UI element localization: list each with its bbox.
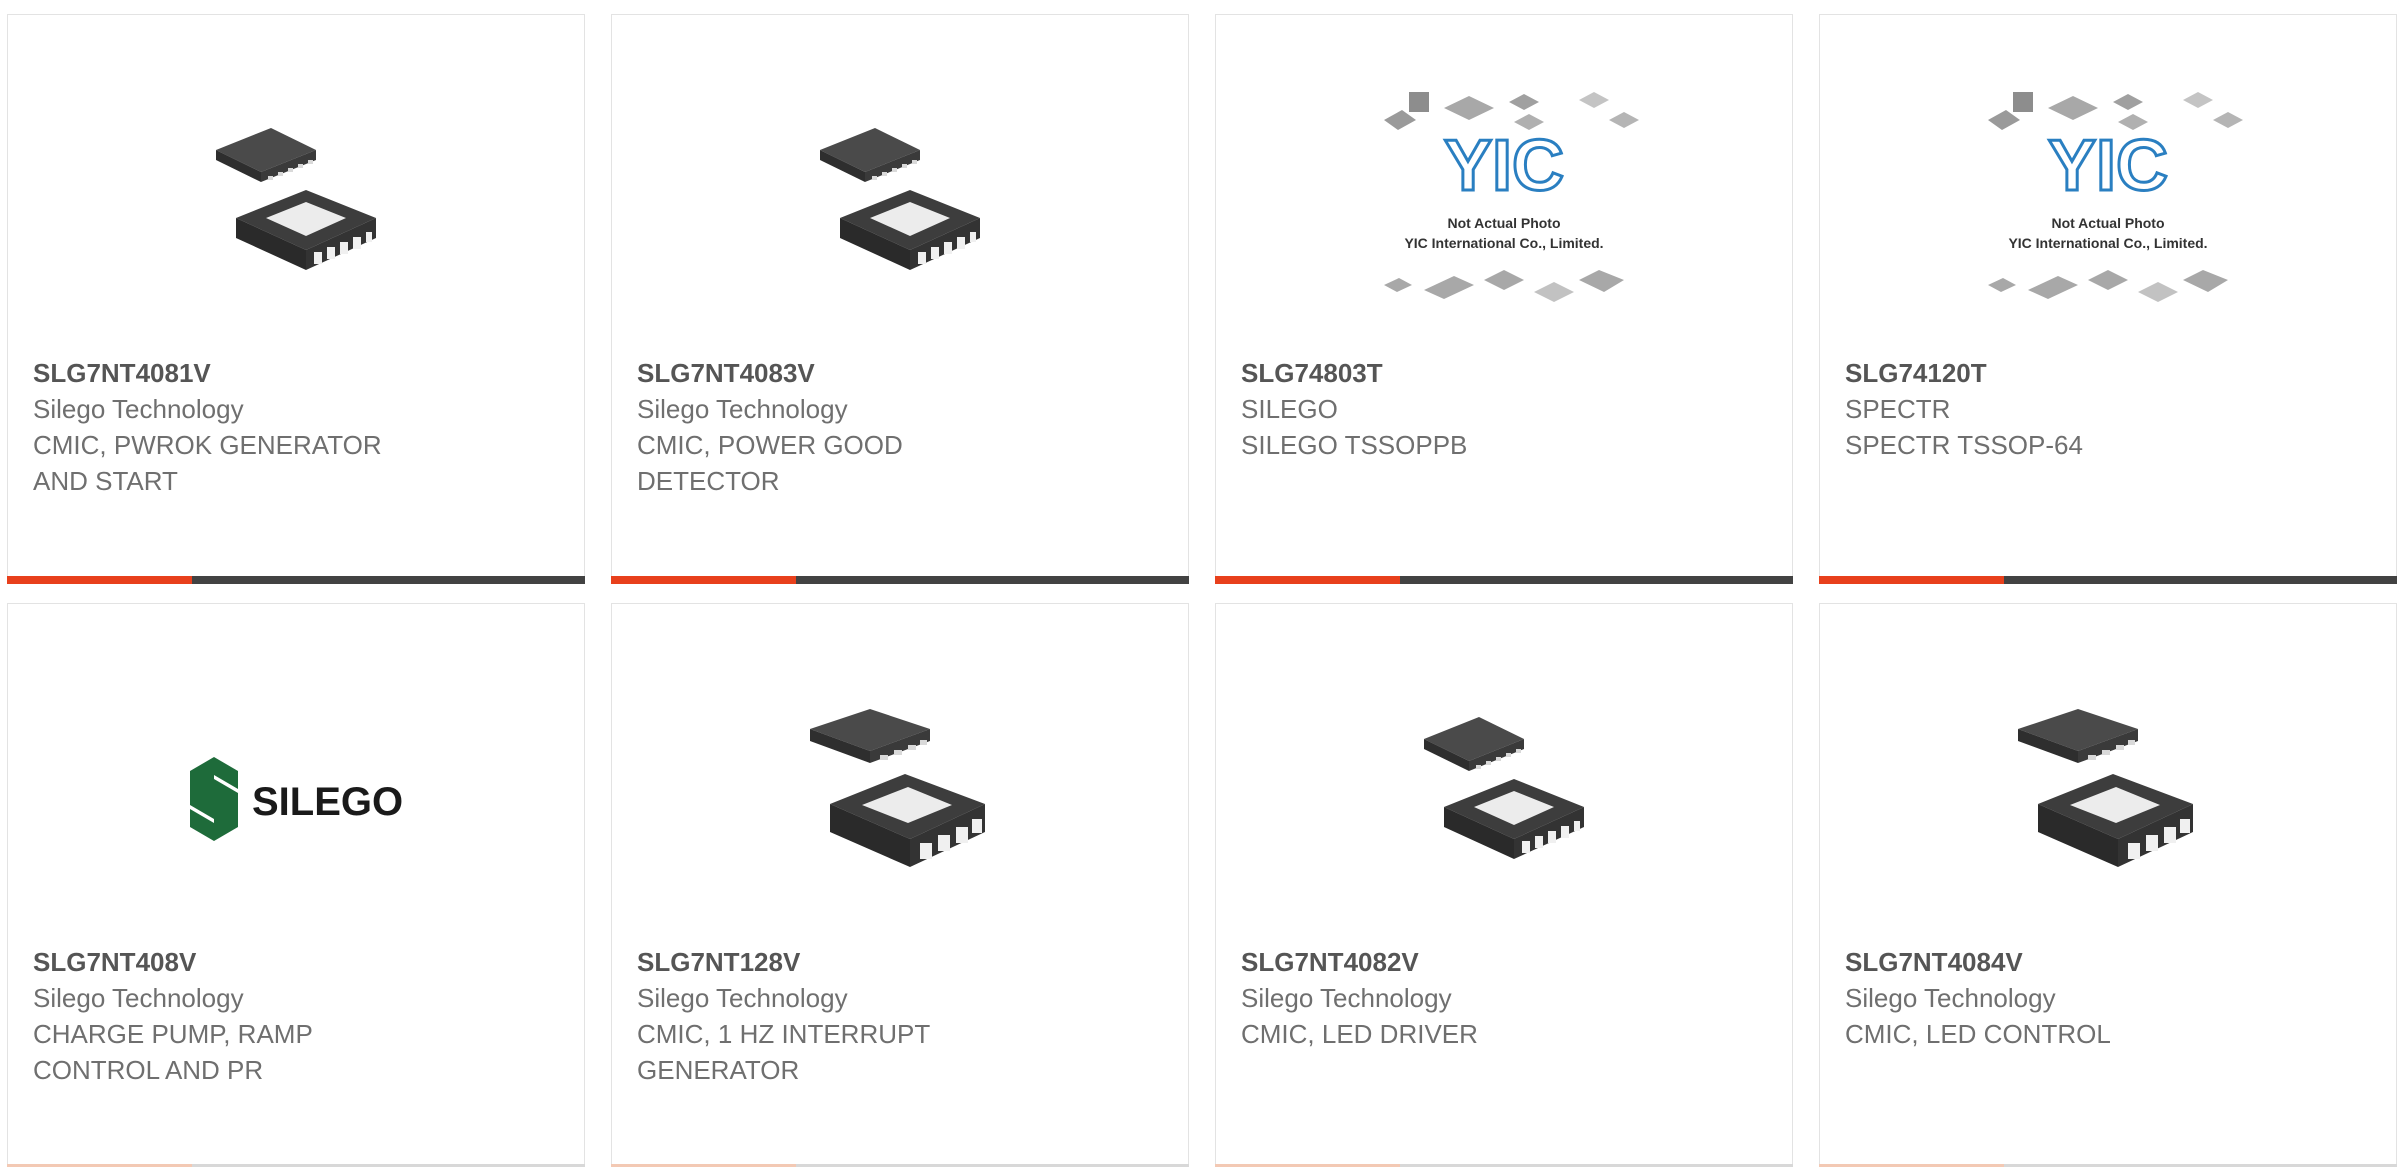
placeholder-caption: YIC International Co., Limited. [2008,235,2207,251]
part-number[interactable]: SLG7NT4082V [1241,944,1681,980]
product-info: SLG7NT4081V Silego Technology CMIC, PWRO… [33,355,473,499]
placeholder-caption: Not Actual Photo [2051,215,2164,231]
description: CMIC, 1 HZ INTERRUPT [637,1019,931,1049]
manufacturer: Silego Technology [33,983,244,1013]
manufacturer: SPECTR [1845,394,1951,424]
card-accent [1215,576,1400,584]
product-info: SLG7NT4084V Silego Technology CMIC, LED … [1845,944,2285,1052]
manufacturer: SILEGO [1241,394,1338,424]
product-info: SLG7NT408V Silego Technology CHARGE PUMP… [33,944,473,1088]
product-card[interactable]: YIC Not Actual Photo YIC International C… [1819,14,2397,584]
placeholder-caption: Not Actual Photo [1447,215,1560,231]
card-bottom-bar [1819,576,2397,584]
part-number[interactable]: SLG7NT128V [637,944,1077,980]
product-card[interactable]: SLG7NT128V Silego Technology CMIC, 1 HZ … [611,603,1189,1167]
description: CMIC, POWER GOOD [637,430,903,460]
yic-logo: YIC [2048,126,2168,206]
silego-logo: SILEGO [190,757,403,841]
description: CHARGE PUMP, RAMP [33,1019,313,1049]
description: CMIC, LED DRIVER [1241,1019,1478,1049]
product-image[interactable] [612,65,1188,355]
dfn-12-chip-icon [820,128,980,270]
placeholder-caption: YIC International Co., Limited. [1404,235,1603,251]
description: DETECTOR [637,466,780,496]
dfn-12-chip-icon [1424,717,1584,859]
yic-placeholder-image: YIC Not Actual Photo YIC International C… [1384,92,1639,302]
part-number[interactable]: SLG7NT4081V [33,355,473,391]
manufacturer: Silego Technology [637,983,848,1013]
product-image[interactable] [1820,654,2396,944]
card-bottom-bar [611,576,1189,584]
product-image[interactable] [1216,654,1792,944]
product-image[interactable]: YIC Not Actual Photo YIC International C… [1216,65,1792,355]
description: GENERATOR [637,1055,800,1085]
product-image[interactable] [612,654,1188,944]
yic-placeholder-image: YIC Not Actual Photo YIC International C… [1988,92,2243,302]
product-info: SLG7NT4083V Silego Technology CMIC, POWE… [637,355,1077,499]
product-image[interactable]: YIC Not Actual Photo YIC International C… [1820,65,2396,355]
silego-logo-text: SILEGO [252,780,403,824]
product-card[interactable]: SLG7NT4082V Silego Technology CMIC, LED … [1215,603,1793,1167]
part-number[interactable]: SLG7NT4084V [1845,944,2285,980]
description: SPECTR TSSOP-64 [1845,430,2083,460]
product-info: SLG74803T SILEGO SILEGO TSSOPPB [1241,355,1681,463]
manufacturer: Silego Technology [637,394,848,424]
manufacturer: Silego Technology [1845,983,2056,1013]
product-card[interactable]: SILEGO SLG7NT408V Silego Technology CHAR… [7,603,585,1167]
manufacturer: Silego Technology [33,394,244,424]
part-number[interactable]: SLG7NT408V [33,944,473,980]
description: SILEGO TSSOPPB [1241,430,1468,460]
product-info: SLG7NT128V Silego Technology CMIC, 1 HZ … [637,944,1077,1088]
product-card[interactable]: SLG7NT4083V Silego Technology CMIC, POWE… [611,14,1189,584]
dfn-8-chip-icon [2018,709,2193,867]
dfn-12-chip-icon [216,128,376,270]
card-accent [7,576,192,584]
product-info: SLG7NT4082V Silego Technology CMIC, LED … [1241,944,1681,1052]
description: AND START [33,466,178,496]
description: CMIC, LED CONTROL [1845,1019,2111,1049]
manufacturer: Silego Technology [1241,983,1452,1013]
card-accent [1819,576,2004,584]
product-info: SLG74120T SPECTR SPECTR TSSOP-64 [1845,355,2285,463]
card-bottom-bar [1215,576,1793,584]
card-bottom-bar [7,576,585,584]
product-grid: SLG7NT4081V Silego Technology CMIC, PWRO… [0,0,2400,1167]
card-accent [611,576,796,584]
product-card[interactable]: SLG7NT4084V Silego Technology CMIC, LED … [1819,603,2397,1167]
product-image[interactable]: SILEGO [8,654,584,944]
description: CONTROL AND PR [33,1055,264,1085]
part-number[interactable]: SLG74120T [1845,355,2285,391]
product-image[interactable] [8,65,584,355]
yic-logo: YIC [1444,126,1564,206]
product-card[interactable]: SLG7NT4081V Silego Technology CMIC, PWRO… [7,14,585,584]
dfn-8-chip-icon [810,709,985,867]
product-card[interactable]: YIC Not Actual Photo YIC International C… [1215,14,1793,584]
description: CMIC, PWROK GENERATOR [33,430,382,460]
part-number[interactable]: SLG7NT4083V [637,355,1077,391]
part-number[interactable]: SLG74803T [1241,355,1681,391]
